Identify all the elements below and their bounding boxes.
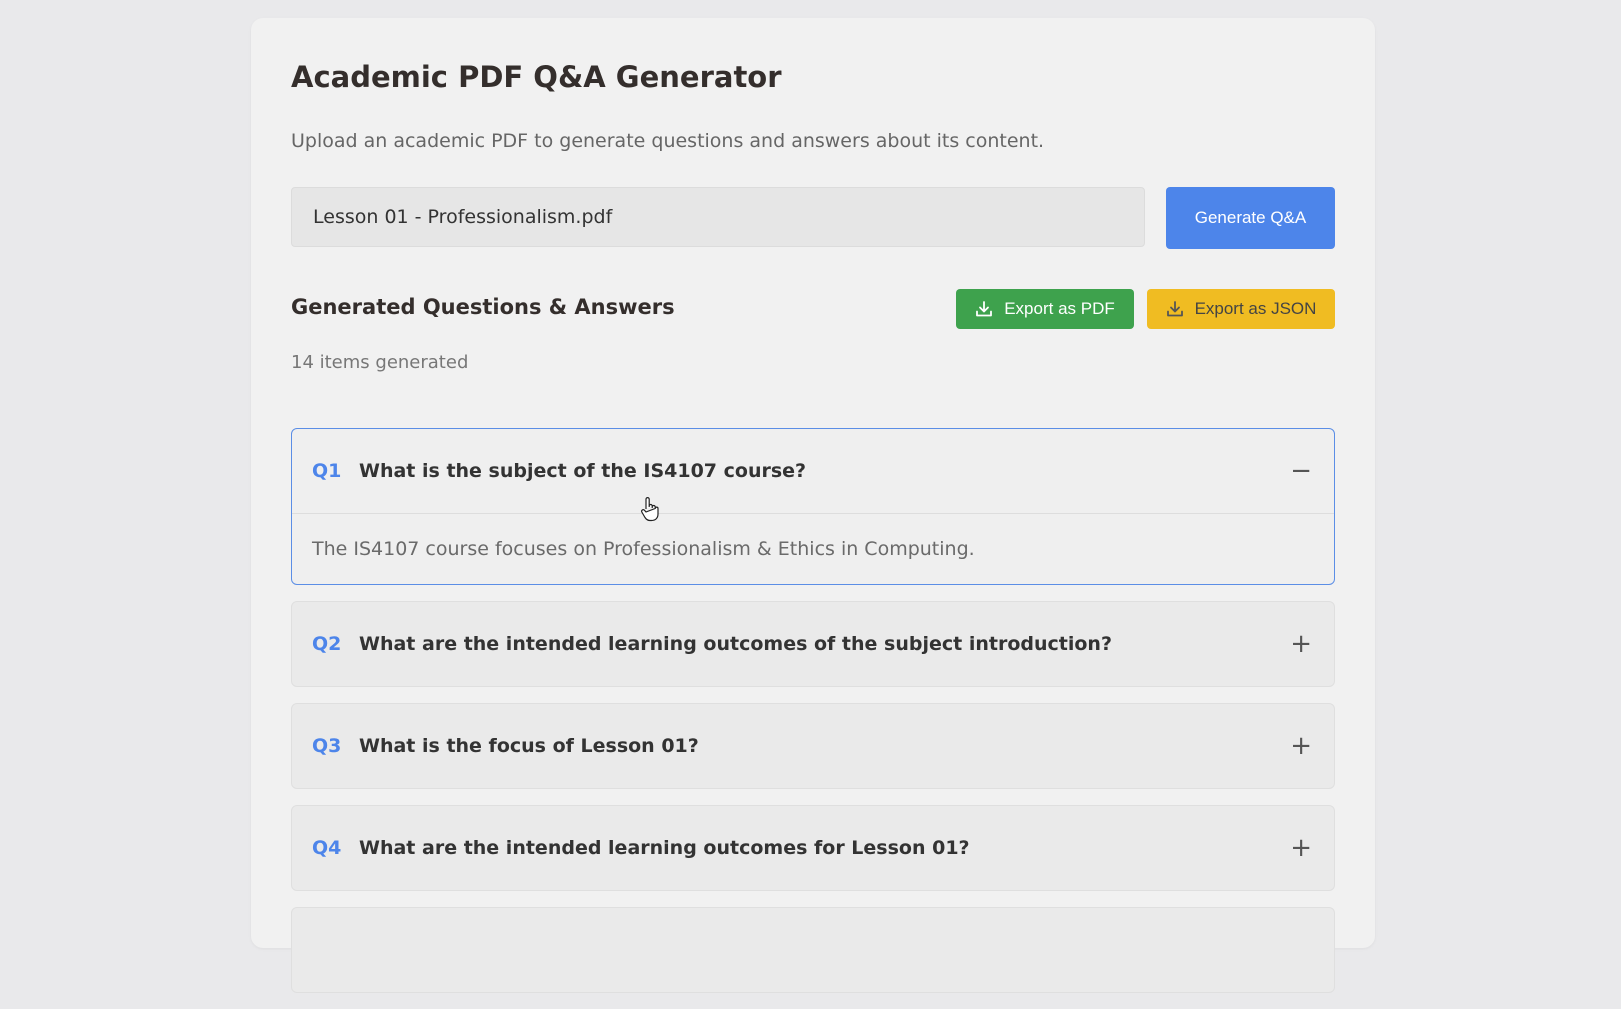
- question-number: Q3: [312, 735, 342, 757]
- plus-icon[interactable]: +: [1290, 602, 1312, 686]
- question-number: Q4: [312, 837, 342, 859]
- generate-qa-button[interactable]: Generate Q&A: [1166, 187, 1335, 249]
- export-json-button[interactable]: Export as JSON: [1147, 289, 1335, 329]
- main-card: Academic PDF Q&A Generator Upload an aca…: [251, 18, 1375, 993]
- qa-item: Q3 What is the focus of Lesson 01? +: [291, 703, 1335, 789]
- qa-question-header[interactable]: Q4 What are the intended learning outcom…: [292, 806, 1334, 890]
- export-pdf-label: Export as PDF: [1004, 299, 1115, 318]
- hand-pointer-icon: [641, 497, 659, 522]
- question-number: Q1: [312, 460, 342, 482]
- question-text: What are the intended learning outcomes …: [359, 633, 1112, 655]
- qa-list: Q1 What is the subject of the IS4107 cou…: [291, 428, 1335, 1009]
- results-header: Generated Questions & Answers Export as …: [291, 289, 1335, 331]
- generate-qa-label: Generate Q&A: [1194, 208, 1307, 227]
- question-number: Q2: [312, 633, 342, 655]
- qa-question-header[interactable]: Q1 What is the subject of the IS4107 cou…: [292, 429, 1334, 514]
- plus-icon[interactable]: +: [1290, 806, 1312, 890]
- export-pdf-button[interactable]: Export as PDF: [956, 289, 1134, 329]
- answer-text: The IS4107 course focuses on Professiona…: [312, 538, 975, 560]
- question-text: What is the focus of Lesson 01?: [359, 735, 699, 757]
- qa-item: Q1 What is the subject of the IS4107 cou…: [291, 428, 1335, 585]
- plus-icon[interactable]: +: [1290, 704, 1312, 788]
- qa-item: Q2 What are the intended learning outcom…: [291, 601, 1335, 687]
- items-count: 14 items generated: [291, 352, 469, 373]
- file-input[interactable]: Lesson 01 - Professionalism.pdf: [291, 187, 1145, 247]
- qa-question-header[interactable]: [292, 908, 1334, 992]
- qa-question-header[interactable]: Q2 What are the intended learning outcom…: [292, 602, 1334, 686]
- upload-row: Lesson 01 - Professionalism.pdf Generate…: [291, 187, 1335, 249]
- qa-item: Q4 What are the intended learning outcom…: [291, 805, 1335, 891]
- export-json-label: Export as JSON: [1194, 299, 1317, 318]
- question-text: What are the intended learning outcomes …: [359, 837, 970, 859]
- page-subtitle: Upload an academic PDF to generate quest…: [291, 130, 1045, 152]
- qa-item: [291, 907, 1335, 993]
- download-icon: [976, 301, 993, 317]
- question-text: What is the subject of the IS4107 course…: [359, 460, 807, 482]
- qa-question-header[interactable]: Q3 What is the focus of Lesson 01? +: [292, 704, 1334, 788]
- page-title: Academic PDF Q&A Generator: [291, 60, 782, 94]
- minus-icon[interactable]: −: [1290, 429, 1312, 513]
- results-title: Generated Questions & Answers: [291, 295, 675, 319]
- download-icon: [1166, 301, 1183, 317]
